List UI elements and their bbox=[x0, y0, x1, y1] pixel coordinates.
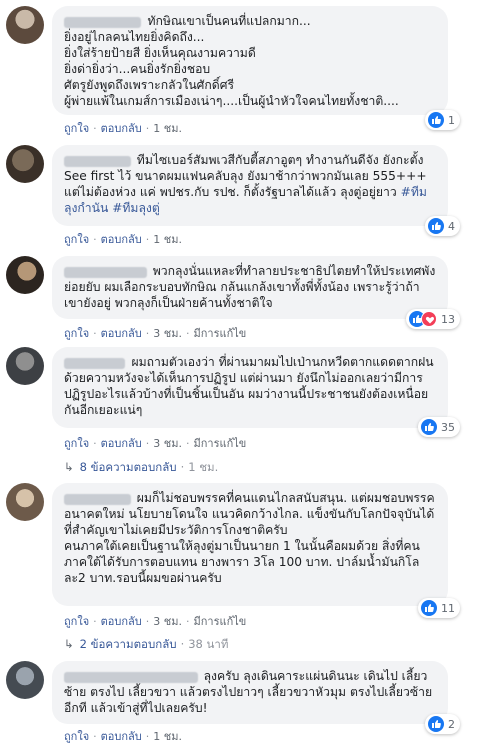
dot-separator: · bbox=[93, 615, 97, 628]
dot-separator: · bbox=[93, 233, 97, 246]
replies-time: 1 ชม. bbox=[188, 460, 219, 474]
comment-time[interactable]: 1 ชม. bbox=[153, 727, 182, 745]
comment-bubble: xxxxxxxxx xxxxxx xxxxxxxxx ลุงครับ ลุงเดิ… bbox=[52, 661, 448, 724]
dot-separator: · bbox=[93, 327, 97, 340]
comment-actions: ถูกใจ · ตอบกลับ · 1 ชม. bbox=[64, 727, 182, 745]
reply-link[interactable]: ตอบกลับ bbox=[101, 434, 142, 452]
reply-arrow-icon: ↳ bbox=[64, 637, 74, 651]
hashtag-link[interactable]: #ทีมลุงตู่ bbox=[112, 201, 160, 215]
dot-separator: · bbox=[145, 122, 150, 135]
comment-text: ผมก็ไม่ชอบพรรคที่คนแดนไกลสนับสนุน. แต่ผม… bbox=[64, 491, 435, 585]
reply-link[interactable]: ตอบกลับ bbox=[101, 612, 142, 630]
like-link[interactable]: ถูกใจ bbox=[64, 230, 89, 248]
reaction-summary[interactable]: 35 bbox=[418, 417, 460, 437]
comment-time[interactable]: 3 ชม. bbox=[153, 434, 182, 452]
reply-link[interactable]: ตอบกลับ bbox=[101, 230, 142, 248]
replies-count[interactable]: 2 ข้อความตอบกลับ bbox=[80, 637, 177, 651]
dot-separator: · bbox=[180, 637, 185, 651]
replies-count[interactable]: 8 ข้อความตอบกลับ bbox=[80, 460, 177, 474]
comment-bubble: xxxxxx xxxxxxxxx พวกลุงนั่นแหละที่ทำลายปร… bbox=[52, 256, 448, 319]
comment-time[interactable]: 3 ชม. bbox=[153, 324, 182, 342]
replies-time: 38 นาที bbox=[188, 637, 229, 651]
like-link[interactable]: ถูกใจ bbox=[64, 612, 89, 630]
avatar[interactable] bbox=[6, 483, 44, 521]
thumbs-up-icon bbox=[428, 218, 444, 234]
dot-separator: · bbox=[93, 437, 97, 450]
avatar[interactable] bbox=[6, 256, 44, 294]
edited-label[interactable]: มีการแก้ไข bbox=[193, 612, 246, 630]
heart-icon bbox=[421, 311, 437, 327]
comment-actions: ถูกใจ · ตอบกลับ · 1 ชม. bbox=[64, 119, 182, 137]
commenter-name[interactable]: xxxxxx xxxxxxxxx bbox=[64, 267, 147, 278]
commenter-name[interactable]: xxxxxx xxxxxx bbox=[64, 156, 131, 167]
avatar[interactable] bbox=[6, 6, 44, 44]
dot-separator: · bbox=[145, 437, 150, 450]
comment-time[interactable]: 1 ชม. bbox=[153, 119, 182, 137]
like-link[interactable]: ถูกใจ bbox=[64, 727, 89, 745]
like-link[interactable]: ถูกใจ bbox=[64, 434, 89, 452]
reaction-summary[interactable]: 13 bbox=[406, 309, 460, 329]
avatar[interactable] bbox=[6, 661, 44, 699]
thumbs-up-icon bbox=[421, 600, 437, 616]
comment-text: ทักษิณเขาเป็นคนที่แปลกมาก... ยิ่งอยู่ไกล… bbox=[64, 14, 399, 108]
comment-actions: ถูกใจ · ตอบกลับ · 3 ชม. · มีการแก้ไข bbox=[64, 434, 246, 452]
comment-actions: ถูกใจ · ตอบกลับ · 1 ชม. bbox=[64, 230, 182, 248]
reply-link[interactable]: ตอบกลับ bbox=[101, 119, 142, 137]
comment-bubble: xxxxxxx xxxxx ผมก็ไม่ชอบพรรคที่คนแดนไกลสน… bbox=[52, 483, 448, 606]
reaction-count: 1 bbox=[448, 113, 455, 127]
reaction-summary[interactable]: 1 bbox=[425, 110, 460, 130]
dot-separator: · bbox=[185, 615, 190, 628]
reaction-summary[interactable]: 2 bbox=[425, 714, 460, 734]
comment-time[interactable]: 1 ชม. bbox=[153, 230, 182, 248]
edited-label[interactable]: มีการแก้ไข bbox=[193, 324, 246, 342]
like-link[interactable]: ถูกใจ bbox=[64, 119, 89, 137]
dot-separator: · bbox=[145, 233, 150, 246]
dot-separator: · bbox=[145, 730, 150, 743]
comment-bubble: xxxxxx xxxxx ผมถามตัวเองว่า ที่ผ่านมาผมไป… bbox=[52, 347, 448, 428]
view-replies-link[interactable]: ↳ 2 ข้อความตอบกลับ · 38 นาที bbox=[64, 636, 228, 654]
dot-separator: · bbox=[180, 460, 185, 474]
dot-separator: · bbox=[145, 327, 150, 340]
comment-bubble: xxxxxx xxxxxx ทีมไซเบอร์สัมพเวสีกับตี้สภา… bbox=[52, 145, 448, 226]
dot-separator: · bbox=[145, 615, 150, 628]
reply-link[interactable]: ตอบกลับ bbox=[101, 727, 142, 745]
reaction-summary[interactable]: 11 bbox=[418, 598, 460, 618]
reply-arrow-icon: ↳ bbox=[64, 460, 74, 474]
like-link[interactable]: ถูกใจ bbox=[64, 324, 89, 342]
comment-bubble: xxxxxxxx xxxxxx ทักษิณเขาเป็นคนที่แปลกมาก… bbox=[52, 6, 448, 115]
view-replies-link[interactable]: ↳ 8 ข้อความตอบกลับ · 1 ชม. bbox=[64, 459, 218, 477]
dot-separator: · bbox=[185, 437, 190, 450]
reaction-count: 11 bbox=[441, 601, 455, 615]
edited-label[interactable]: มีการแก้ไข bbox=[193, 434, 246, 452]
reaction-count: 4 bbox=[448, 219, 455, 233]
commenter-name[interactable]: xxxxxxxxx xxxxxx xxxxxxxxx bbox=[64, 672, 198, 683]
thumbs-up-icon bbox=[428, 112, 444, 128]
avatar[interactable] bbox=[6, 145, 44, 183]
comment-actions: ถูกใจ · ตอบกลับ · 3 ชม. · มีการแก้ไข bbox=[64, 612, 246, 630]
thumbs-up-icon bbox=[428, 716, 444, 732]
dot-separator: · bbox=[93, 730, 97, 743]
dot-separator: · bbox=[93, 122, 97, 135]
commenter-name[interactable]: xxxxxxxx xxxxxx bbox=[64, 17, 142, 28]
thumbs-up-icon bbox=[421, 419, 437, 435]
commenter-name[interactable]: xxxxxx xxxxx bbox=[64, 358, 126, 369]
reply-link[interactable]: ตอบกลับ bbox=[101, 324, 142, 342]
reaction-count: 35 bbox=[441, 420, 455, 434]
comment-time[interactable]: 3 ชม. bbox=[153, 612, 182, 630]
dot-separator: · bbox=[185, 327, 190, 340]
commenter-name[interactable]: xxxxxxx xxxxx bbox=[64, 494, 131, 505]
reaction-count: 13 bbox=[441, 312, 455, 326]
reaction-count: 2 bbox=[448, 717, 455, 731]
comment-actions: ถูกใจ · ตอบกลับ · 3 ชม. · มีการแก้ไข bbox=[64, 324, 246, 342]
reaction-summary[interactable]: 4 bbox=[425, 216, 460, 236]
avatar[interactable] bbox=[6, 347, 44, 385]
